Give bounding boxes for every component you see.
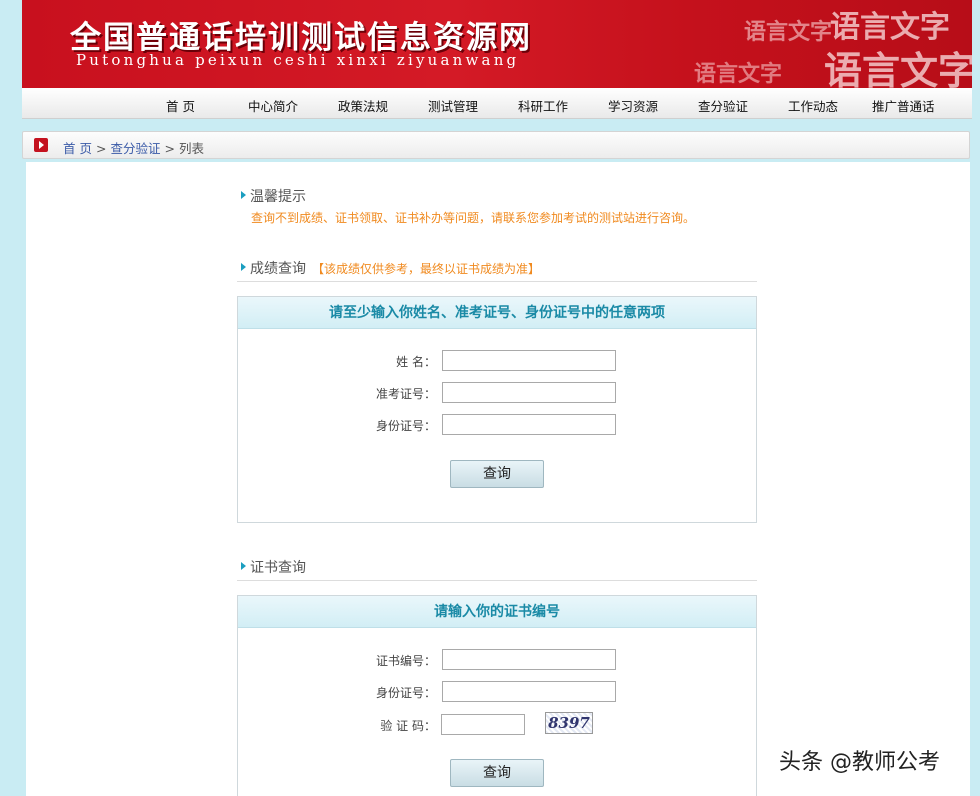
nav-item-test-management[interactable]: 测试管理 (428, 96, 478, 115)
score-query-heading: 成绩查询 【该成绩仅供参考，最终以证书成绩为准】 (237, 258, 757, 278)
breadcrumb-separator: > (164, 141, 175, 156)
tips-text: 查询不到成绩、证书领取、证书补办等问题，请联系您参加考试的测试站进行咨询。 (251, 211, 696, 225)
captcha-label: 验 证 码： (380, 719, 436, 733)
exam-number-label: 准考证号： (375, 387, 436, 401)
breadcrumb-home[interactable]: 首 页 (63, 141, 92, 156)
score-query-note: 【该成绩仅供参考，最终以证书成绩为准】 (312, 262, 541, 276)
cert-query-button[interactable]: 查询 (450, 759, 544, 787)
name-input[interactable] (442, 350, 616, 371)
cert-query-form-title: 请输入你的证书编号 (238, 596, 756, 628)
arrow-right-icon (34, 138, 48, 152)
exam-number-row: 准考证号： (238, 382, 756, 404)
cert-id-number-input[interactable] (442, 681, 616, 702)
breadcrumb-current: 列表 (178, 141, 204, 156)
nav-item-promote-putonghua[interactable]: 推广普通话 (872, 96, 935, 115)
cert-number-label: 证书编号： (375, 654, 436, 668)
score-query-button[interactable]: 查询 (450, 460, 544, 488)
cert-query-heading: 证书查询 (237, 557, 757, 577)
page-wrapper: 全国普通话培训测试信息资源网 Putonghua peixun ceshi xi… (22, 0, 972, 159)
name-row: 姓 名： (238, 350, 756, 372)
cert-query-form: 请输入你的证书编号 证书编号： 身份证号： 验 证 码： 8397 查询 (237, 595, 757, 796)
score-query-heading-text: 成绩查询 (250, 261, 306, 277)
cert-id-number-label: 身份证号： (375, 686, 436, 700)
tips-heading-text: 温馨提示 (250, 189, 306, 205)
id-number-row: 身份证号： (238, 414, 756, 436)
breadcrumb-section[interactable]: 查分验证 (110, 141, 160, 156)
score-query-form-title: 请至少输入你姓名、准考证号、身份证号中的任意两项 (238, 297, 756, 329)
divider (237, 281, 757, 282)
banner-calligraphy: 语言文字 (693, 61, 782, 87)
id-number-label: 身份证号： (375, 419, 436, 433)
cert-query-heading-text: 证书查询 (250, 560, 306, 576)
id-number-input[interactable] (442, 414, 616, 435)
breadcrumb: 首 页 > 查分验证 > 列表 (22, 131, 970, 159)
nav-item-work-news[interactable]: 工作动态 (788, 96, 838, 115)
exam-number-input[interactable] (442, 382, 616, 403)
nav-item-score-verify[interactable]: 查分验证 (698, 96, 748, 115)
captcha-input[interactable] (441, 714, 525, 735)
banner-calligraphy: 语言文字 (743, 19, 832, 45)
main-nav: 首 页 中心简介 政策法规 测试管理 科研工作 学习资源 查分验证 工作动态 推… (22, 88, 972, 119)
tips-heading: 温馨提示 (237, 186, 757, 206)
cert-number-input[interactable] (442, 649, 616, 670)
nav-item-home[interactable]: 首 页 (166, 96, 195, 115)
site-banner: 全国普通话培训测试信息资源网 Putonghua peixun ceshi xi… (22, 0, 972, 88)
watermark: 头条 @教师公考 (779, 750, 940, 775)
cert-id-number-row: 身份证号： (238, 681, 756, 703)
nav-item-learning-resources[interactable]: 学习资源 (608, 96, 658, 115)
cert-number-row: 证书编号： (238, 649, 756, 671)
score-query-form: 请至少输入你姓名、准考证号、身份证号中的任意两项 姓 名： 准考证号： 身份证号… (237, 296, 757, 523)
captcha-row: 验 证 码： 8397 (238, 712, 756, 736)
breadcrumb-separator: > (95, 141, 107, 156)
nav-item-center-intro[interactable]: 中心简介 (248, 96, 298, 115)
content-panel: 温馨提示 查询不到成绩、证书领取、证书补办等问题，请联系您参加考试的测试站进行咨… (26, 162, 970, 796)
nav-item-research[interactable]: 科研工作 (518, 96, 568, 115)
cert-query-section: 证书查询 (237, 557, 757, 581)
name-label: 姓 名： (396, 355, 436, 369)
banner-calligraphy: 语言文字 (823, 48, 972, 88)
divider (237, 580, 757, 581)
tips-section: 温馨提示 查询不到成绩、证书领取、证书补办等问题，请联系您参加考试的测试站进行咨… (237, 186, 757, 226)
breadcrumb-items: 首 页 > 查分验证 > 列表 (63, 138, 204, 157)
nav-item-policy[interactable]: 政策法规 (338, 96, 388, 115)
site-subtitle: Putonghua peixun ceshi xinxi ziyuanwang (76, 51, 520, 69)
captcha-image[interactable]: 8397 (545, 712, 593, 734)
score-query-section: 成绩查询 【该成绩仅供参考，最终以证书成绩为准】 (237, 258, 757, 282)
